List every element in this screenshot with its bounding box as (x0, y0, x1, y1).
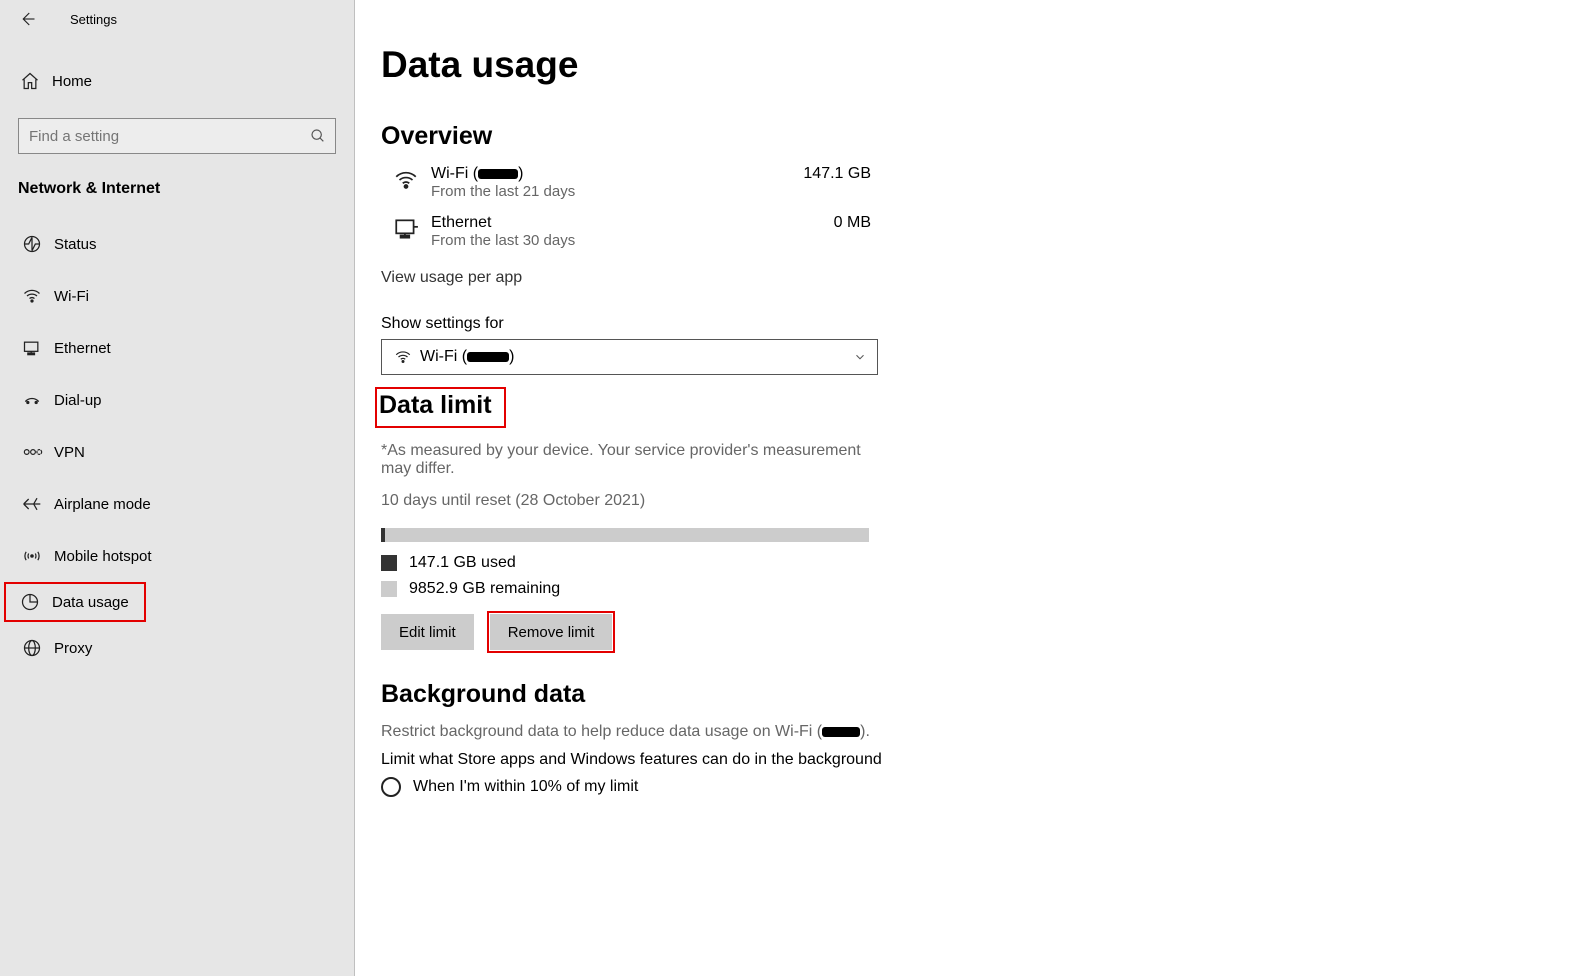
sidebar-item-dialup[interactable]: Dial-up (0, 374, 354, 426)
vpn-icon (22, 444, 54, 460)
view-usage-per-app-link[interactable]: View usage per app (381, 269, 522, 287)
sidebar-item-label: Ethernet (54, 340, 111, 357)
remove-limit-button[interactable]: Remove limit (490, 614, 613, 650)
window-title: Settings (70, 12, 117, 27)
data-limit-meter-fill (381, 528, 385, 542)
overview-wifi-sub: From the last 21 days (431, 183, 803, 200)
overview-ethernet-row[interactable]: Ethernet From the last 30 days 0 MB (381, 214, 871, 249)
sidebar-item-airplane[interactable]: Airplane mode (0, 478, 354, 530)
sidebar-item-proxy[interactable]: Proxy (0, 622, 354, 674)
status-icon (22, 234, 54, 254)
home-button[interactable]: Home (0, 56, 354, 106)
sidebar-item-wifi[interactable]: Wi-Fi (0, 270, 354, 322)
data-usage-icon (20, 592, 52, 612)
page-title: Data usage (381, 44, 1578, 86)
edit-limit-button[interactable]: Edit limit (381, 614, 474, 650)
sidebar-item-label: Proxy (54, 640, 92, 657)
redacted-ssid (467, 352, 509, 362)
data-limit-heading: Data limit (375, 387, 506, 428)
data-limit-remaining: 9852.9 GB remaining (381, 580, 1578, 598)
dialup-icon (22, 390, 54, 410)
ethernet-icon (22, 338, 54, 358)
overview-ethernet-value: 0 MB (834, 214, 871, 232)
wifi-icon (22, 286, 54, 306)
sidebar-item-vpn[interactable]: VPN (0, 426, 354, 478)
sidebar-item-label: Wi-Fi (54, 288, 89, 305)
sidebar-item-label: Status (54, 236, 97, 253)
home-icon (20, 71, 52, 91)
background-limit-label: Limit what Store apps and Windows featur… (381, 751, 1578, 769)
chevron-down-icon (853, 350, 867, 364)
legend-swatch-remaining (381, 581, 397, 597)
back-icon[interactable] (18, 10, 50, 28)
show-settings-dropdown[interactable]: Wi-Fi () (381, 339, 878, 375)
hotspot-icon (22, 546, 54, 566)
overview-heading: Overview (381, 122, 1578, 151)
proxy-icon (22, 638, 54, 658)
home-label: Home (52, 73, 92, 90)
legend-swatch-used (381, 555, 397, 571)
overview-ethernet-sub: From the last 30 days (431, 232, 834, 249)
search-input[interactable] (19, 128, 301, 145)
data-limit-heading-wrap: Data limit (381, 387, 1578, 428)
ethernet-icon (381, 214, 431, 242)
search-input-container[interactable] (18, 118, 336, 154)
data-limit-meter (381, 528, 869, 542)
titlebar: Settings (0, 0, 354, 38)
overview-wifi-name: Wi-Fi () (431, 165, 803, 183)
data-limit-note: *As measured by your device. Your servic… (381, 442, 881, 478)
sidebar-item-ethernet[interactable]: Ethernet (0, 322, 354, 374)
sidebar-nav: Status Wi-Fi Ethernet (0, 210, 354, 674)
data-limit-used: 147.1 GB used (381, 554, 1578, 572)
sidebar-item-status[interactable]: Status (0, 218, 354, 270)
redacted-ssid (478, 169, 518, 179)
sidebar-item-label: Data usage (52, 594, 129, 611)
sidebar-item-label: Airplane mode (54, 496, 151, 513)
wifi-icon (394, 348, 420, 366)
radio-icon (381, 777, 401, 797)
redacted-ssid (822, 727, 860, 737)
overview-ethernet-name: Ethernet (431, 214, 834, 232)
show-settings-label: Show settings for (381, 315, 1578, 333)
wifi-icon (381, 165, 431, 193)
sidebar: Settings Home Network & Internet (0, 0, 355, 976)
sidebar-item-label: VPN (54, 444, 85, 461)
background-data-heading: Background data (381, 680, 1578, 709)
sidebar-item-label: Dial-up (54, 392, 102, 409)
search-icon (301, 128, 335, 144)
background-radio-label: When I'm within 10% of my limit (413, 778, 638, 796)
main-content: Data usage Overview Wi-Fi () From the la… (355, 0, 1578, 976)
sidebar-section-title: Network & Internet (0, 160, 354, 210)
airplane-icon (22, 494, 54, 514)
sidebar-item-data-usage[interactable]: Data usage (4, 582, 146, 622)
data-limit-reset: 10 days until reset (28 October 2021) (381, 492, 881, 510)
background-radio-1[interactable]: When I'm within 10% of my limit (381, 777, 1578, 797)
show-settings-selected: Wi-Fi () (420, 348, 853, 366)
sidebar-item-label: Mobile hotspot (54, 548, 152, 565)
sidebar-item-hotspot[interactable]: Mobile hotspot (0, 530, 354, 582)
background-data-desc: Restrict background data to help reduce … (381, 723, 1578, 741)
overview-wifi-row[interactable]: Wi-Fi () From the last 21 days 147.1 GB (381, 165, 871, 200)
overview-wifi-value: 147.1 GB (803, 165, 871, 183)
